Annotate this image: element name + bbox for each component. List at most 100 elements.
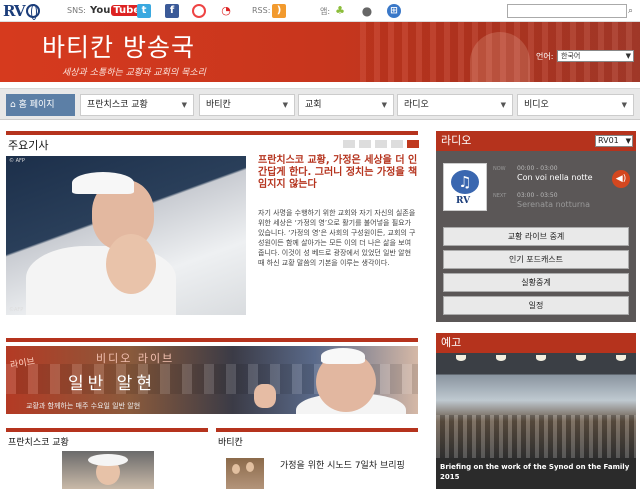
chevron-down-icon: ▼ (500, 101, 506, 109)
pager-dot[interactable] (375, 140, 387, 148)
chevron-down-icon: ▼ (282, 101, 288, 109)
next-time: 03:00 - 03:50 (517, 192, 558, 199)
language-select[interactable]: 한국어 ▼ (557, 50, 634, 62)
nav-item-church[interactable]: 교회 ▼ (298, 94, 394, 116)
lamp-shape (536, 355, 546, 361)
promo-caption: 교황과 함께하는 매주 수요일 일반 알현 (26, 402, 141, 410)
nav-item-pope[interactable]: 프란치스코 교황 ▼ (80, 94, 194, 116)
lamp-shape (616, 355, 626, 361)
now-time: 00:00 - 03:00 (517, 165, 558, 172)
face-shape (232, 464, 240, 474)
schedule-button[interactable]: 일정 (443, 296, 629, 315)
nav-item-vatican[interactable]: 바티칸 ▼ (199, 94, 295, 116)
vatican-section-title[interactable]: 바티칸 (218, 435, 243, 448)
search-icon[interactable]: ⌕ (628, 4, 638, 18)
pope-section-title[interactable]: 프란치스코 교황 (8, 435, 69, 448)
language-label: 언어: (536, 52, 554, 61)
image-credit: ©AFP (9, 307, 24, 313)
main-nav: ⌂ 홈 페이지 프란치스코 교황 ▼ 바티칸 ▼ 교회 ▼ 라디오 ▼ 비디오 ▼ (0, 88, 640, 120)
youtube-icon[interactable]: You Tube (90, 3, 143, 18)
audience-rows (436, 415, 636, 458)
site-subtitle: 세상과 소통하는 교황과 교회의 목소리 (62, 68, 206, 78)
promo-title-small: 비디오 라이브 (96, 352, 175, 365)
chevron-down-icon: ▼ (621, 101, 627, 109)
pope-zucchetto (321, 348, 365, 364)
nav-item-video[interactable]: 비디오 ▼ (517, 94, 634, 116)
globe-icon (25, 4, 40, 20)
vatican-thumbnail[interactable] (226, 458, 264, 489)
lamp-shape (576, 355, 586, 361)
youtube-you: You (90, 5, 111, 16)
sns-label: SNS: (67, 6, 86, 15)
face-shape (246, 462, 254, 472)
facebook-icon[interactable]: f (165, 4, 179, 18)
windows-icon[interactable]: ⊞ (387, 4, 401, 18)
now-title: Con voi nella notte (517, 173, 593, 182)
now-label: NOW (493, 166, 506, 172)
android-icon[interactable]: ♣ (333, 4, 347, 18)
featured-article-title[interactable]: 프란치스코 교황, 가정은 세상을 더 인간답게 한다. 그러니 정치는 가정을… (258, 155, 418, 191)
next-title: Serenata notturna (517, 200, 591, 209)
radio-channel-value: RV01 (598, 136, 619, 145)
next-label: NEXT (493, 193, 507, 199)
podcast-button[interactable]: 인기 포드캐스트 (443, 250, 629, 269)
pager-dot[interactable] (359, 140, 371, 148)
nav-item-label: 교회 (305, 100, 322, 110)
preview-image[interactable] (436, 353, 636, 458)
speaker-icon[interactable]: ◀) (612, 170, 630, 188)
chevron-down-icon: ▼ (381, 101, 387, 109)
image-credit: © AFP (9, 158, 25, 164)
section-divider (216, 428, 418, 432)
radio-vaticana-logo[interactable]: RV (3, 2, 47, 20)
chevron-down-icon: ▼ (625, 52, 631, 60)
video-live-banner[interactable]: 라이브 비디오 라이브 일반 알현 교황과 함께하는 매주 수요일 일반 알현 (6, 346, 418, 414)
weibo-icon[interactable]: ◔ (219, 4, 233, 18)
pope-thumbnail[interactable] (62, 451, 154, 489)
chevron-down-icon: ▼ (181, 101, 187, 109)
baby-figure (106, 234, 156, 294)
nav-home-label: 홈 페이지 (18, 100, 55, 110)
site-banner: 바티칸 방송국 세상과 소통하는 교황과 교회의 목소리 언어: 한국어 ▼ (0, 22, 640, 82)
logo-text: RV (3, 2, 26, 20)
search-input[interactable] (507, 4, 627, 18)
nav-item-label: 바티칸 (206, 100, 231, 110)
chevron-down-icon: ▼ (625, 137, 631, 145)
section-divider (6, 428, 208, 432)
pager-dot[interactable] (343, 140, 355, 148)
music-note-icon: ♫ (451, 170, 479, 194)
home-icon: ⌂ (10, 100, 16, 110)
pope-zucchetto (72, 172, 134, 194)
language-value: 한국어 (561, 52, 581, 60)
pager-dot[interactable] (391, 140, 403, 148)
preview-caption[interactable]: Briefing on the work of the Synod on the… (436, 458, 636, 489)
pager-dot-active[interactable] (407, 140, 419, 148)
radio-logo: ♫ RV (443, 163, 487, 211)
rss-icon[interactable]: ) (272, 4, 286, 18)
section-divider (6, 338, 418, 342)
pope-live-button[interactable]: 교황 라이브 중계 (443, 227, 629, 246)
nav-item-radio[interactable]: 라디오 ▼ (397, 94, 513, 116)
section-divider (6, 131, 418, 135)
lamp-shape (496, 355, 506, 361)
rv-logo-icon: RV (456, 196, 471, 206)
promo-title-main: 일반 알현 (68, 374, 156, 394)
nav-home[interactable]: ⌂ 홈 페이지 (6, 94, 75, 116)
featured-section-title: 주요기사 (8, 139, 49, 152)
nav-item-label: 프란치스코 교황 (87, 100, 148, 110)
lamp-shape (456, 355, 466, 361)
featured-article-body: 자기 사명을 수행하기 위한 교회와 자기 자신의 실존을 위한 세상은 ‘가정… (258, 209, 416, 267)
radio-channel-select[interactable]: RV01 ▼ (595, 135, 633, 147)
rss-label: RSS: (252, 6, 271, 15)
apple-icon[interactable]: ● (360, 4, 374, 18)
google-plus-icon[interactable] (192, 4, 206, 18)
pope-hand (254, 384, 276, 408)
nav-item-label: 비디오 (524, 100, 549, 110)
featured-image[interactable]: © AFP ©AFP (6, 156, 246, 315)
preview-header: 예고 (436, 333, 636, 353)
nav-item-label: 라디오 (404, 100, 429, 110)
vatican-headline[interactable]: 가정을 위한 시노드 7일차 브리핑 (280, 459, 420, 473)
twitter-icon[interactable]: t (137, 4, 151, 18)
site-title[interactable]: 바티칸 방송국 (42, 28, 195, 64)
live-broadcast-button[interactable]: 실황중계 (443, 273, 629, 292)
apps-label: 앱: (320, 7, 331, 16)
